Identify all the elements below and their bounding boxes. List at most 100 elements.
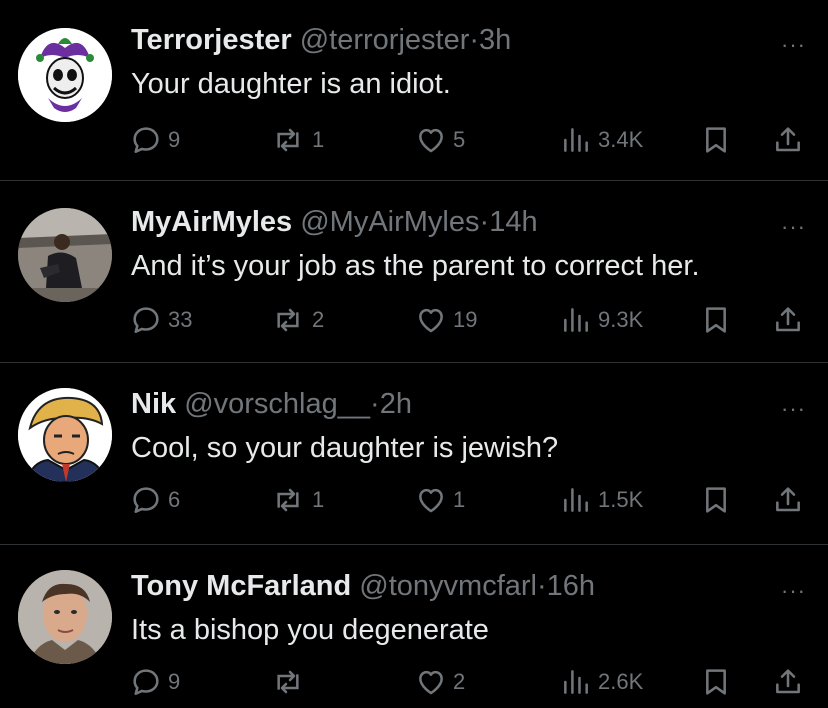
reply-button[interactable]: 6 <box>130 484 180 516</box>
bookmark-button[interactable] <box>700 666 732 698</box>
views-count: 2.6K <box>598 669 644 694</box>
timestamp[interactable]: 16h <box>547 570 595 602</box>
reply-button[interactable]: 9 <box>130 124 180 156</box>
display-name[interactable]: MyAirMyles <box>131 206 292 238</box>
bookmark-icon <box>700 666 732 698</box>
jester-avatar-icon <box>18 28 112 122</box>
views-icon <box>560 484 592 516</box>
tweet-header: MyAirMyles @MyAirMyles·14h <box>131 208 538 237</box>
bookmark-button[interactable] <box>700 484 732 516</box>
like-count: 1 <box>453 487 466 512</box>
more-icon[interactable]: ··· <box>781 580 806 602</box>
repost-icon <box>270 304 306 336</box>
timestamp[interactable]: 2h <box>380 388 412 420</box>
tweet-header: Tony McFarland @tonyvmcfarl·16h <box>131 572 595 601</box>
like-button[interactable]: 5 <box>415 124 465 156</box>
photo-avatar-icon <box>18 570 112 664</box>
like-icon <box>415 666 447 698</box>
display-name[interactable]: Terrorjester <box>131 24 292 56</box>
separator-dot: · <box>370 388 380 420</box>
tweet[interactable]: Tony McFarland @tonyvmcfarl·16h ··· Its … <box>0 546 828 708</box>
avatar[interactable] <box>18 388 112 482</box>
like-button[interactable]: 19 <box>415 304 477 336</box>
views-count: 3.4K <box>598 127 644 152</box>
repost-button[interactable]: 1 <box>270 124 324 156</box>
like-icon <box>415 124 447 156</box>
share-button[interactable] <box>772 304 804 336</box>
like-count: 5 <box>453 127 466 152</box>
reply-count: 9 <box>168 669 181 694</box>
share-button[interactable] <box>772 484 804 516</box>
views-icon <box>560 304 592 336</box>
avatar[interactable] <box>18 208 112 302</box>
repost-button[interactable]: 1 <box>270 484 324 516</box>
like-button[interactable]: 1 <box>415 484 465 516</box>
bookmark-button[interactable] <box>700 304 732 336</box>
reply-count: 9 <box>168 127 181 152</box>
username[interactable]: @MyAirMyles <box>300 206 479 238</box>
reply-count: 33 <box>168 307 193 332</box>
photo-avatar-icon <box>18 208 112 302</box>
separator-dot: · <box>536 570 547 602</box>
like-icon <box>415 484 447 516</box>
more-icon[interactable]: ··· <box>781 216 806 238</box>
like-count: 2 <box>453 669 466 694</box>
display-name[interactable]: Tony McFarland <box>131 570 351 602</box>
views-count: 1.5K <box>598 487 644 512</box>
bookmark-icon <box>700 484 732 516</box>
views-button[interactable]: 2.6K <box>560 666 643 698</box>
username[interactable]: @terrorjester <box>300 24 470 56</box>
bookmark-icon <box>700 304 732 336</box>
timestamp[interactable]: 3h <box>479 24 511 56</box>
tweet-text: Your daughter is an idiot. <box>131 68 451 100</box>
tweet[interactable]: Terrorjester @terrorjester·3h ··· Your d… <box>0 0 828 181</box>
reply-button[interactable]: 9 <box>130 666 180 698</box>
views-count: 9.3K <box>598 307 644 332</box>
avatar[interactable] <box>18 570 112 664</box>
timestamp[interactable]: 14h <box>489 206 537 238</box>
reply-icon <box>130 124 162 156</box>
share-icon <box>772 124 804 156</box>
reply-count: 6 <box>168 487 181 512</box>
tweet[interactable]: Nik @vorschlag__·2h ··· Cool, so your da… <box>0 364 828 545</box>
tweet[interactable]: MyAirMyles @MyAirMyles·14h ··· And it’s … <box>0 182 828 363</box>
cartoon-avatar-icon <box>18 388 112 482</box>
display-name[interactable]: Nik <box>131 388 176 420</box>
repost-count: 1 <box>312 487 325 512</box>
bookmark-icon <box>700 124 732 156</box>
views-icon <box>560 124 592 156</box>
repost-button[interactable] <box>270 666 312 698</box>
more-icon[interactable]: ··· <box>781 34 806 56</box>
like-count: 19 <box>453 307 478 332</box>
tweet-header: Terrorjester @terrorjester·3h <box>131 26 511 55</box>
repost-button[interactable]: 2 <box>270 304 324 336</box>
share-icon <box>772 304 804 336</box>
repost-icon <box>270 484 306 516</box>
repost-icon <box>270 666 306 698</box>
share-icon <box>772 484 804 516</box>
share-button[interactable] <box>772 666 804 698</box>
views-button[interactable]: 9.3K <box>560 304 643 336</box>
separator-dot: · <box>479 206 490 238</box>
repost-count: 1 <box>312 127 325 152</box>
repost-count: 2 <box>312 307 325 332</box>
share-button[interactable] <box>772 124 804 156</box>
repost-icon <box>270 124 306 156</box>
tweet-text: Its a bishop you degenerate <box>131 614 489 646</box>
more-icon[interactable]: ··· <box>781 398 806 420</box>
views-icon <box>560 666 592 698</box>
views-button[interactable]: 1.5K <box>560 484 643 516</box>
views-button[interactable]: 3.4K <box>560 124 643 156</box>
like-button[interactable]: 2 <box>415 666 465 698</box>
reply-icon <box>130 304 162 336</box>
reply-button[interactable]: 33 <box>130 304 192 336</box>
tweet-text: And it’s your job as the parent to corre… <box>131 250 700 282</box>
tweet-header: Nik @vorschlag__·2h <box>131 390 412 419</box>
separator-dot: · <box>469 24 480 56</box>
bookmark-button[interactable] <box>700 124 732 156</box>
username[interactable]: @vorschlag__ <box>184 388 370 420</box>
like-icon <box>415 304 447 336</box>
reply-icon <box>130 484 162 516</box>
username[interactable]: @tonyvmcfarl <box>359 570 537 602</box>
avatar[interactable] <box>18 28 112 122</box>
